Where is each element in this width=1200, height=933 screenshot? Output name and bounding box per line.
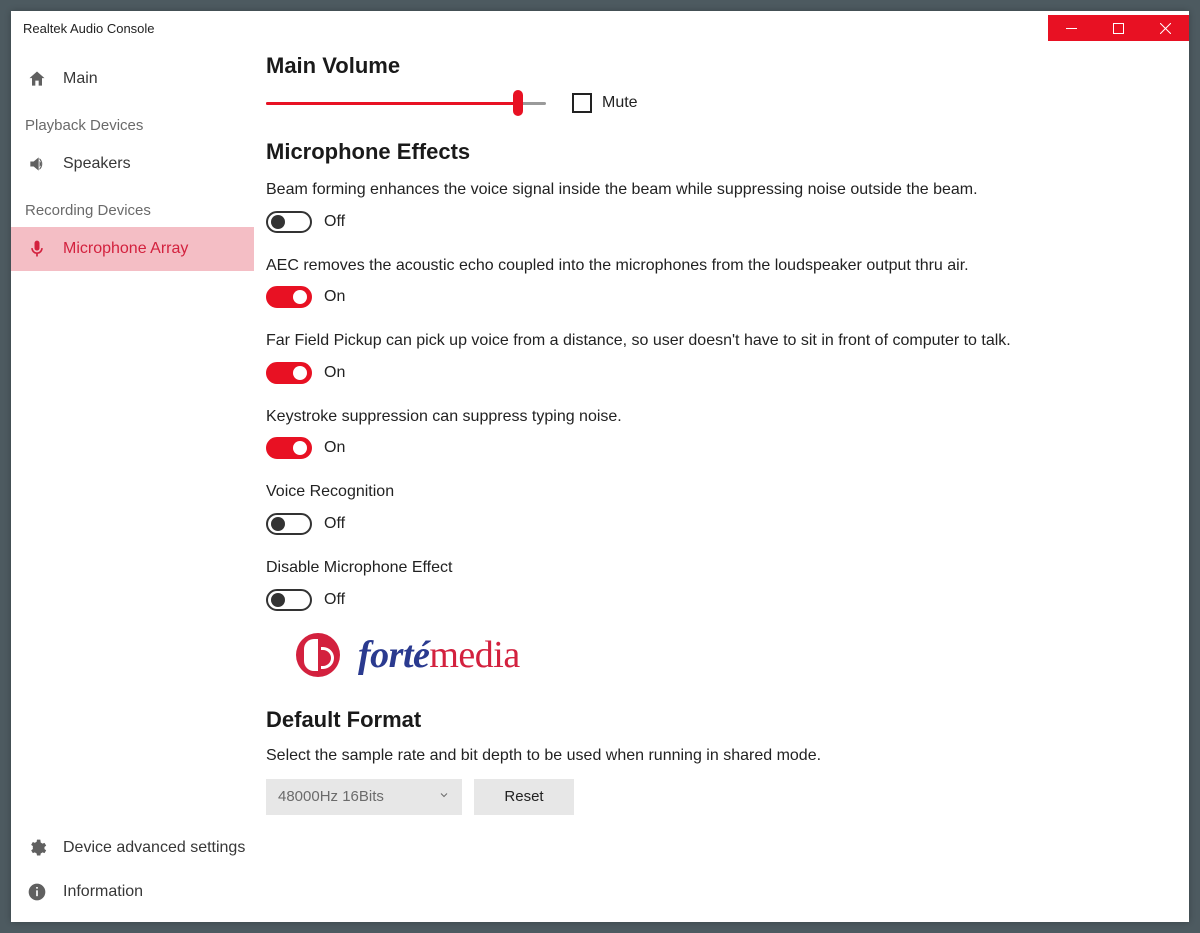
window-title: Realtek Audio Console bbox=[11, 21, 155, 36]
effect-disable-mic-effect: Disable Microphone Effect Off bbox=[266, 557, 1169, 611]
format-dropdown-value: 48000Hz 16Bits bbox=[278, 788, 384, 805]
volume-slider[interactable] bbox=[266, 93, 546, 113]
effect-description: Beam forming enhances the voice signal i… bbox=[266, 179, 1169, 201]
toggle-state-label: Off bbox=[324, 515, 345, 533]
default-format-description: Select the sample rate and bit depth to … bbox=[266, 747, 1169, 765]
reset-button[interactable]: Reset bbox=[474, 779, 574, 815]
info-icon bbox=[25, 882, 49, 902]
sidebar-section-recording: Recording Devices bbox=[11, 186, 254, 227]
volume-row: Mute bbox=[266, 93, 1169, 113]
close-icon bbox=[1160, 23, 1171, 34]
sidebar-item-label: Main bbox=[63, 70, 98, 88]
mute-group: Mute bbox=[572, 93, 638, 113]
effect-voice-recognition: Voice Recognition Off bbox=[266, 481, 1169, 535]
toggle-knob bbox=[293, 290, 307, 304]
effect-description: Voice Recognition bbox=[266, 481, 1169, 503]
minimize-button[interactable] bbox=[1048, 15, 1095, 41]
sidebar-item-main[interactable]: Main bbox=[11, 57, 254, 101]
fortemedia-logo-icon bbox=[296, 633, 340, 677]
toggle-aec[interactable] bbox=[266, 286, 312, 308]
slider-thumb[interactable] bbox=[513, 90, 523, 116]
effect-beam-forming: Beam forming enhances the voice signal i… bbox=[266, 179, 1169, 233]
titlebar: Realtek Audio Console bbox=[11, 11, 1189, 45]
toggle-state-label: On bbox=[324, 288, 345, 306]
toggle-knob bbox=[271, 215, 285, 229]
effect-keystroke-suppression: Keystroke suppression can suppress typin… bbox=[266, 406, 1169, 460]
maximize-button[interactable] bbox=[1095, 15, 1142, 41]
sidebar-item-device-advanced[interactable]: Device advanced settings bbox=[11, 826, 254, 870]
close-button[interactable] bbox=[1142, 15, 1189, 41]
sidebar: Main Playback Devices Speakers Recording… bbox=[11, 45, 254, 922]
effect-description: Disable Microphone Effect bbox=[266, 557, 1169, 579]
toggle-beam-forming[interactable] bbox=[266, 211, 312, 233]
sidebar-item-label: Device advanced settings bbox=[63, 839, 245, 857]
minimize-icon bbox=[1066, 23, 1077, 34]
mute-label: Mute bbox=[602, 94, 638, 112]
window-controls bbox=[1048, 15, 1189, 41]
format-dropdown[interactable]: 48000Hz 16Bits bbox=[266, 779, 462, 815]
brand-media: media bbox=[429, 633, 519, 677]
fortemedia-logo: fortémedia bbox=[296, 633, 1169, 677]
format-row: 48000Hz 16Bits Reset bbox=[266, 779, 1169, 815]
toggle-state-label: On bbox=[324, 439, 345, 457]
brand-forte: forté bbox=[358, 633, 429, 677]
window-body: Main Playback Devices Speakers Recording… bbox=[11, 45, 1189, 922]
default-format-heading: Default Format bbox=[266, 707, 1169, 733]
toggle-knob bbox=[293, 366, 307, 380]
sidebar-item-label: Information bbox=[63, 883, 143, 901]
reset-button-label: Reset bbox=[504, 788, 543, 805]
mic-effects-heading: Microphone Effects bbox=[266, 139, 1169, 165]
mute-checkbox[interactable] bbox=[572, 93, 592, 113]
effect-far-field: Far Field Pickup can pick up voice from … bbox=[266, 330, 1169, 384]
app-window: Realtek Audio Console Main Playback Devi… bbox=[11, 11, 1189, 922]
sidebar-item-label: Speakers bbox=[63, 155, 131, 173]
sidebar-item-microphone-array[interactable]: Microphone Array bbox=[11, 227, 254, 271]
toggle-disable-mic-effect[interactable] bbox=[266, 589, 312, 611]
toggle-knob bbox=[271, 517, 285, 531]
gear-icon bbox=[25, 838, 49, 858]
sidebar-bottom: Device advanced settings Information bbox=[11, 826, 254, 914]
sidebar-section-playback: Playback Devices bbox=[11, 101, 254, 142]
effect-description: Keystroke suppression can suppress typin… bbox=[266, 406, 1169, 428]
toggle-state-label: On bbox=[324, 364, 345, 382]
home-icon bbox=[25, 69, 49, 89]
toggle-state-label: Off bbox=[324, 213, 345, 231]
sidebar-item-information[interactable]: Information bbox=[11, 870, 254, 914]
chevron-down-icon bbox=[438, 788, 450, 805]
main-content: Main Volume Mute Microphone Effects Beam… bbox=[254, 45, 1189, 922]
main-volume-heading: Main Volume bbox=[266, 53, 1169, 79]
toggle-voice-recognition[interactable] bbox=[266, 513, 312, 535]
fortemedia-logo-text: fortémedia bbox=[358, 633, 520, 677]
sidebar-item-label: Microphone Array bbox=[63, 240, 188, 258]
toggle-state-label: Off bbox=[324, 591, 345, 609]
toggle-far-field[interactable] bbox=[266, 362, 312, 384]
effect-description: AEC removes the acoustic echo coupled in… bbox=[266, 255, 1169, 277]
effect-description: Far Field Pickup can pick up voice from … bbox=[266, 330, 1169, 352]
speaker-icon bbox=[25, 154, 49, 174]
sidebar-item-speakers[interactable]: Speakers bbox=[11, 142, 254, 186]
toggle-knob bbox=[271, 593, 285, 607]
maximize-icon bbox=[1113, 23, 1124, 34]
toggle-knob bbox=[293, 441, 307, 455]
toggle-keystroke-suppression[interactable] bbox=[266, 437, 312, 459]
slider-fill bbox=[266, 102, 518, 105]
effect-aec: AEC removes the acoustic echo coupled in… bbox=[266, 255, 1169, 309]
microphone-icon bbox=[25, 239, 49, 259]
